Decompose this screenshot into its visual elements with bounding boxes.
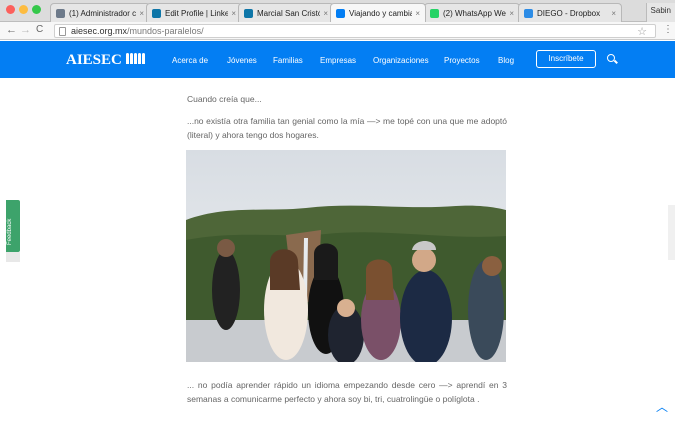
close-tab-icon[interactable]: ×: [231, 9, 236, 18]
paragraph-intro: Cuando creía que...: [187, 94, 262, 104]
profile-button[interactable]: Sabin: [645, 3, 675, 22]
tab-title: DIEGO - Dropbox: [537, 8, 601, 18]
whatsapp-icon: [430, 8, 439, 18]
minimize-window-icon[interactable]: [19, 5, 28, 14]
close-tab-icon[interactable]: ×: [509, 9, 514, 18]
reload-icon[interactable]: C: [36, 24, 43, 35]
aiesec-logo[interactable]: AIESEC: [66, 52, 122, 69]
paragraph-language: ... no podía aprender rápido un idioma e…: [187, 380, 507, 404]
close-tab-icon[interactable]: ×: [139, 9, 144, 18]
close-tab-icon[interactable]: ×: [611, 9, 616, 18]
bookmark-star-icon[interactable]: ☆: [637, 26, 647, 38]
browser-tab[interactable]: Viajando y cambiando×: [330, 3, 426, 22]
admin-icon: [56, 8, 65, 18]
page-icon: [59, 27, 66, 36]
dropbox-icon: [524, 8, 533, 18]
scroll-to-top-icon[interactable]: ︿: [656, 398, 668, 415]
close-tab-icon[interactable]: ×: [323, 9, 328, 18]
nav-familias[interactable]: Familias: [273, 56, 303, 65]
browser-tab-bar: (1) Administrador come×Edit Profile | Li…: [0, 0, 675, 22]
url-domain: aiesec.org.mx: [71, 26, 128, 36]
search-icon[interactable]: [607, 54, 615, 62]
nav-blog[interactable]: Blog: [498, 56, 514, 65]
forward-arrow-icon[interactable]: →: [20, 24, 31, 36]
browser-tab[interactable]: (2) WhatsApp Web ×: [424, 3, 520, 22]
group-photo: [186, 150, 506, 362]
window-controls: [6, 5, 41, 14]
tab-title: Marcial San Cristóbal | Li: [257, 8, 320, 18]
browser-tab[interactable]: (1) Administrador come×: [50, 3, 150, 22]
signup-button[interactable]: Inscríbete: [536, 50, 596, 68]
browser-tab[interactable]: DIEGO - Dropbox ×: [518, 3, 622, 22]
feedback-tab-shadow: [6, 252, 20, 262]
nav-proyectos[interactable]: Proyectos: [444, 56, 480, 65]
nav-organizaciones[interactable]: Organizaciones: [373, 56, 429, 65]
close-tab-icon[interactable]: ×: [415, 9, 420, 18]
browser-menu-icon[interactable]: ⋮: [663, 24, 673, 35]
aiesec-icon: [336, 8, 345, 18]
zoom-window-icon[interactable]: [32, 5, 41, 14]
logo-people-icon: [126, 53, 145, 64]
paragraph-family: ...no existía otra familia tan genial co…: [187, 116, 507, 140]
tab-title: (2) WhatsApp Web: [443, 8, 507, 18]
side-scroll-handle[interactable]: [668, 205, 675, 260]
tab-title: Edit Profile | LinkedIn: [165, 8, 228, 18]
linkedin-icon: [244, 8, 253, 18]
nav-jovenes[interactable]: Jóvenes: [227, 56, 257, 65]
back-arrow-icon[interactable]: ←: [6, 24, 17, 36]
tab-title: (1) Administrador come: [69, 8, 137, 18]
close-window-icon[interactable]: [6, 5, 15, 14]
url-input[interactable]: aiesec.org.mx/mundos-paralelos/ ☆: [54, 24, 656, 38]
url-path: /mundos-paralelos/: [127, 26, 204, 36]
tab-title: Viajando y cambiando: [349, 8, 412, 18]
linkedin-icon: [152, 8, 161, 18]
feedback-label[interactable]: Feedback: [7, 219, 13, 245]
nav-acerca-de[interactable]: Acerca de: [172, 56, 208, 65]
address-bar: ← → C aiesec.org.mx/mundos-paralelos/ ☆ …: [0, 22, 675, 40]
browser-tab[interactable]: Edit Profile | LinkedIn×: [146, 3, 242, 22]
browser-tab[interactable]: Marcial San Cristóbal | Li×: [238, 3, 334, 22]
nav-empresas[interactable]: Empresas: [320, 56, 356, 65]
site-header: AIESEC Acerca de Jóvenes Familias Empres…: [0, 41, 675, 78]
